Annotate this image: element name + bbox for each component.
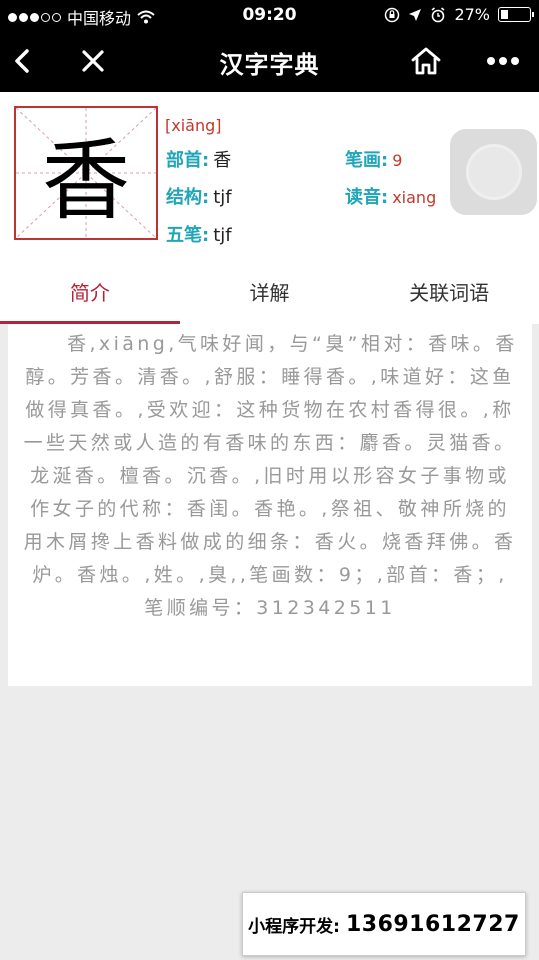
more-icon bbox=[487, 57, 519, 65]
tab-details[interactable]: 详解 bbox=[180, 264, 360, 324]
tab-bar: 简介 详解 关联词语 bbox=[0, 264, 539, 324]
page-title: 汉字字典 bbox=[219, 51, 320, 79]
banner-phone: 13691612727 bbox=[345, 911, 520, 937]
reading-field: 读音: xiang bbox=[345, 183, 436, 209]
character-info-panel: 香 [xiāng] 部首: 香 笔画: 9 结构: tjf 读音: xiang … bbox=[0, 92, 539, 264]
character-grid-box: 香 bbox=[14, 106, 158, 240]
structure-label: 结构: bbox=[166, 187, 210, 208]
assistive-touch-button[interactable] bbox=[450, 129, 537, 215]
alarm-icon bbox=[431, 6, 445, 22]
radical-field: 部首: 香 bbox=[166, 146, 231, 172]
home-icon bbox=[411, 47, 441, 75]
contact-banner: 小程序开发: 13691612727 bbox=[242, 892, 526, 956]
wubi-value: tjf bbox=[213, 225, 232, 246]
radical-label: 部首: bbox=[166, 150, 210, 171]
reading-value: xiang bbox=[392, 188, 437, 207]
battery-percentage: 27% bbox=[454, 5, 490, 24]
assistive-touch-icon bbox=[469, 147, 519, 197]
location-icon bbox=[409, 8, 422, 21]
more-button[interactable] bbox=[486, 44, 520, 78]
status-bar: 中国移动 09:20 27% bbox=[0, 0, 539, 30]
navigation-bar: 汉字字典 bbox=[0, 30, 539, 92]
battery-icon bbox=[498, 7, 534, 22]
strokes-label: 笔画: bbox=[345, 150, 389, 171]
banner-label: 小程序开发: bbox=[248, 916, 340, 937]
status-right-group: 27% bbox=[384, 5, 534, 24]
rotation-lock-icon bbox=[385, 7, 400, 22]
tab-related-words[interactable]: 关联词语 bbox=[359, 264, 539, 324]
tab-intro[interactable]: 简介 bbox=[0, 264, 180, 324]
strokes-value: 9 bbox=[392, 151, 403, 170]
pinyin: [xiāng] bbox=[165, 116, 222, 135]
radical-value: 香 bbox=[213, 150, 232, 171]
structure-value: tjf bbox=[213, 187, 232, 208]
wubi-label: 五笔: bbox=[166, 225, 210, 246]
reading-label: 读音: bbox=[345, 187, 389, 208]
home-button[interactable] bbox=[409, 44, 443, 78]
structure-field: 结构: tjf bbox=[166, 183, 232, 209]
strokes-field: 笔画: 9 bbox=[345, 146, 402, 172]
intro-content: 香,xiāng,气味好闻，与“臭”相对：香味。香醇。芳香。清香。,舒服：睡得香。… bbox=[8, 324, 532, 686]
wubi-field: 五笔: tjf bbox=[166, 221, 232, 247]
character-glyph: 香 bbox=[41, 128, 130, 232]
